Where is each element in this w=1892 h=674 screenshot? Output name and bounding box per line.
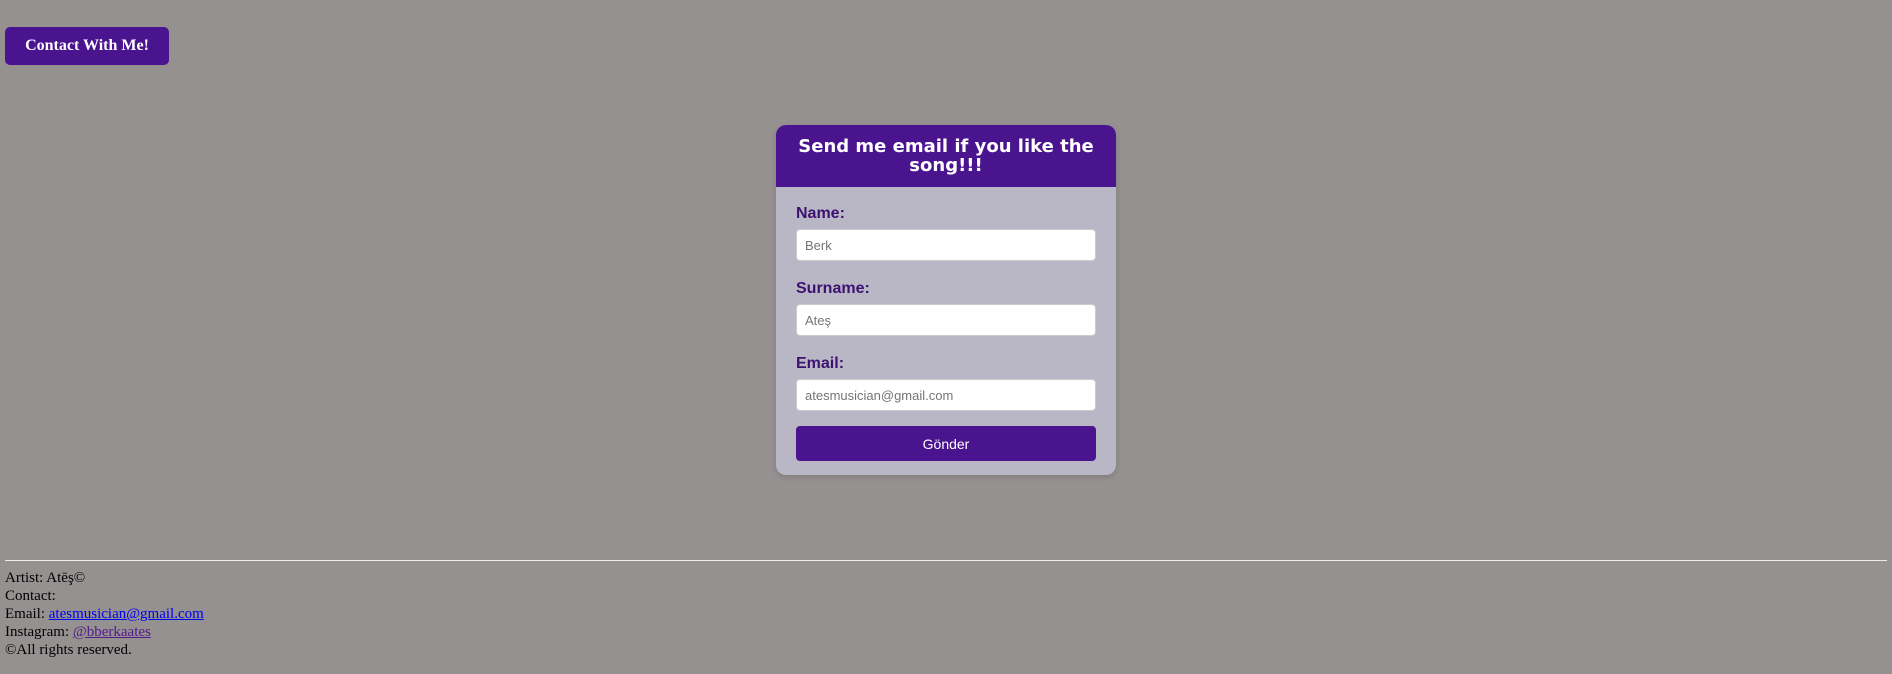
email-link[interactable]: atesmusician@gmail.com	[49, 606, 204, 622]
name-label: Name:	[796, 205, 845, 222]
instagram-prefix: Instagram:	[5, 624, 70, 640]
email-form: Name: Surname: Email: Gönder	[776, 187, 1116, 461]
artist-line: Artist: Atēş©	[5, 569, 204, 587]
footer-divider	[5, 560, 1887, 561]
email-line: Email: atesmusician@gmail.com	[5, 605, 204, 623]
artist-prefix: Artist:	[5, 570, 44, 586]
email-label: Email:	[796, 355, 845, 372]
contact-with-me-button[interactable]: Contact With Me!	[5, 27, 169, 65]
rights-text: ©All rights reserved.	[5, 642, 132, 658]
name-input[interactable]	[796, 229, 1096, 261]
form-title: Send me email if you like the song!!!	[776, 125, 1116, 187]
submit-button[interactable]: Gönder	[796, 426, 1096, 461]
footer: Artist: Atēş© Contact: Email: atesmusici…	[5, 569, 204, 659]
instagram-line: Instagram: @bberkaates	[5, 623, 204, 641]
email-input[interactable]	[796, 379, 1096, 411]
instagram-link[interactable]: @bberkaates	[73, 624, 151, 640]
email-prefix: Email:	[5, 606, 45, 622]
artist-name: Atēş©	[46, 570, 86, 586]
surname-label: Surname:	[796, 280, 870, 297]
surname-input[interactable]	[796, 304, 1096, 336]
contact-label: Contact:	[5, 588, 56, 604]
email-form-card: Send me email if you like the song!!! Na…	[776, 125, 1116, 475]
